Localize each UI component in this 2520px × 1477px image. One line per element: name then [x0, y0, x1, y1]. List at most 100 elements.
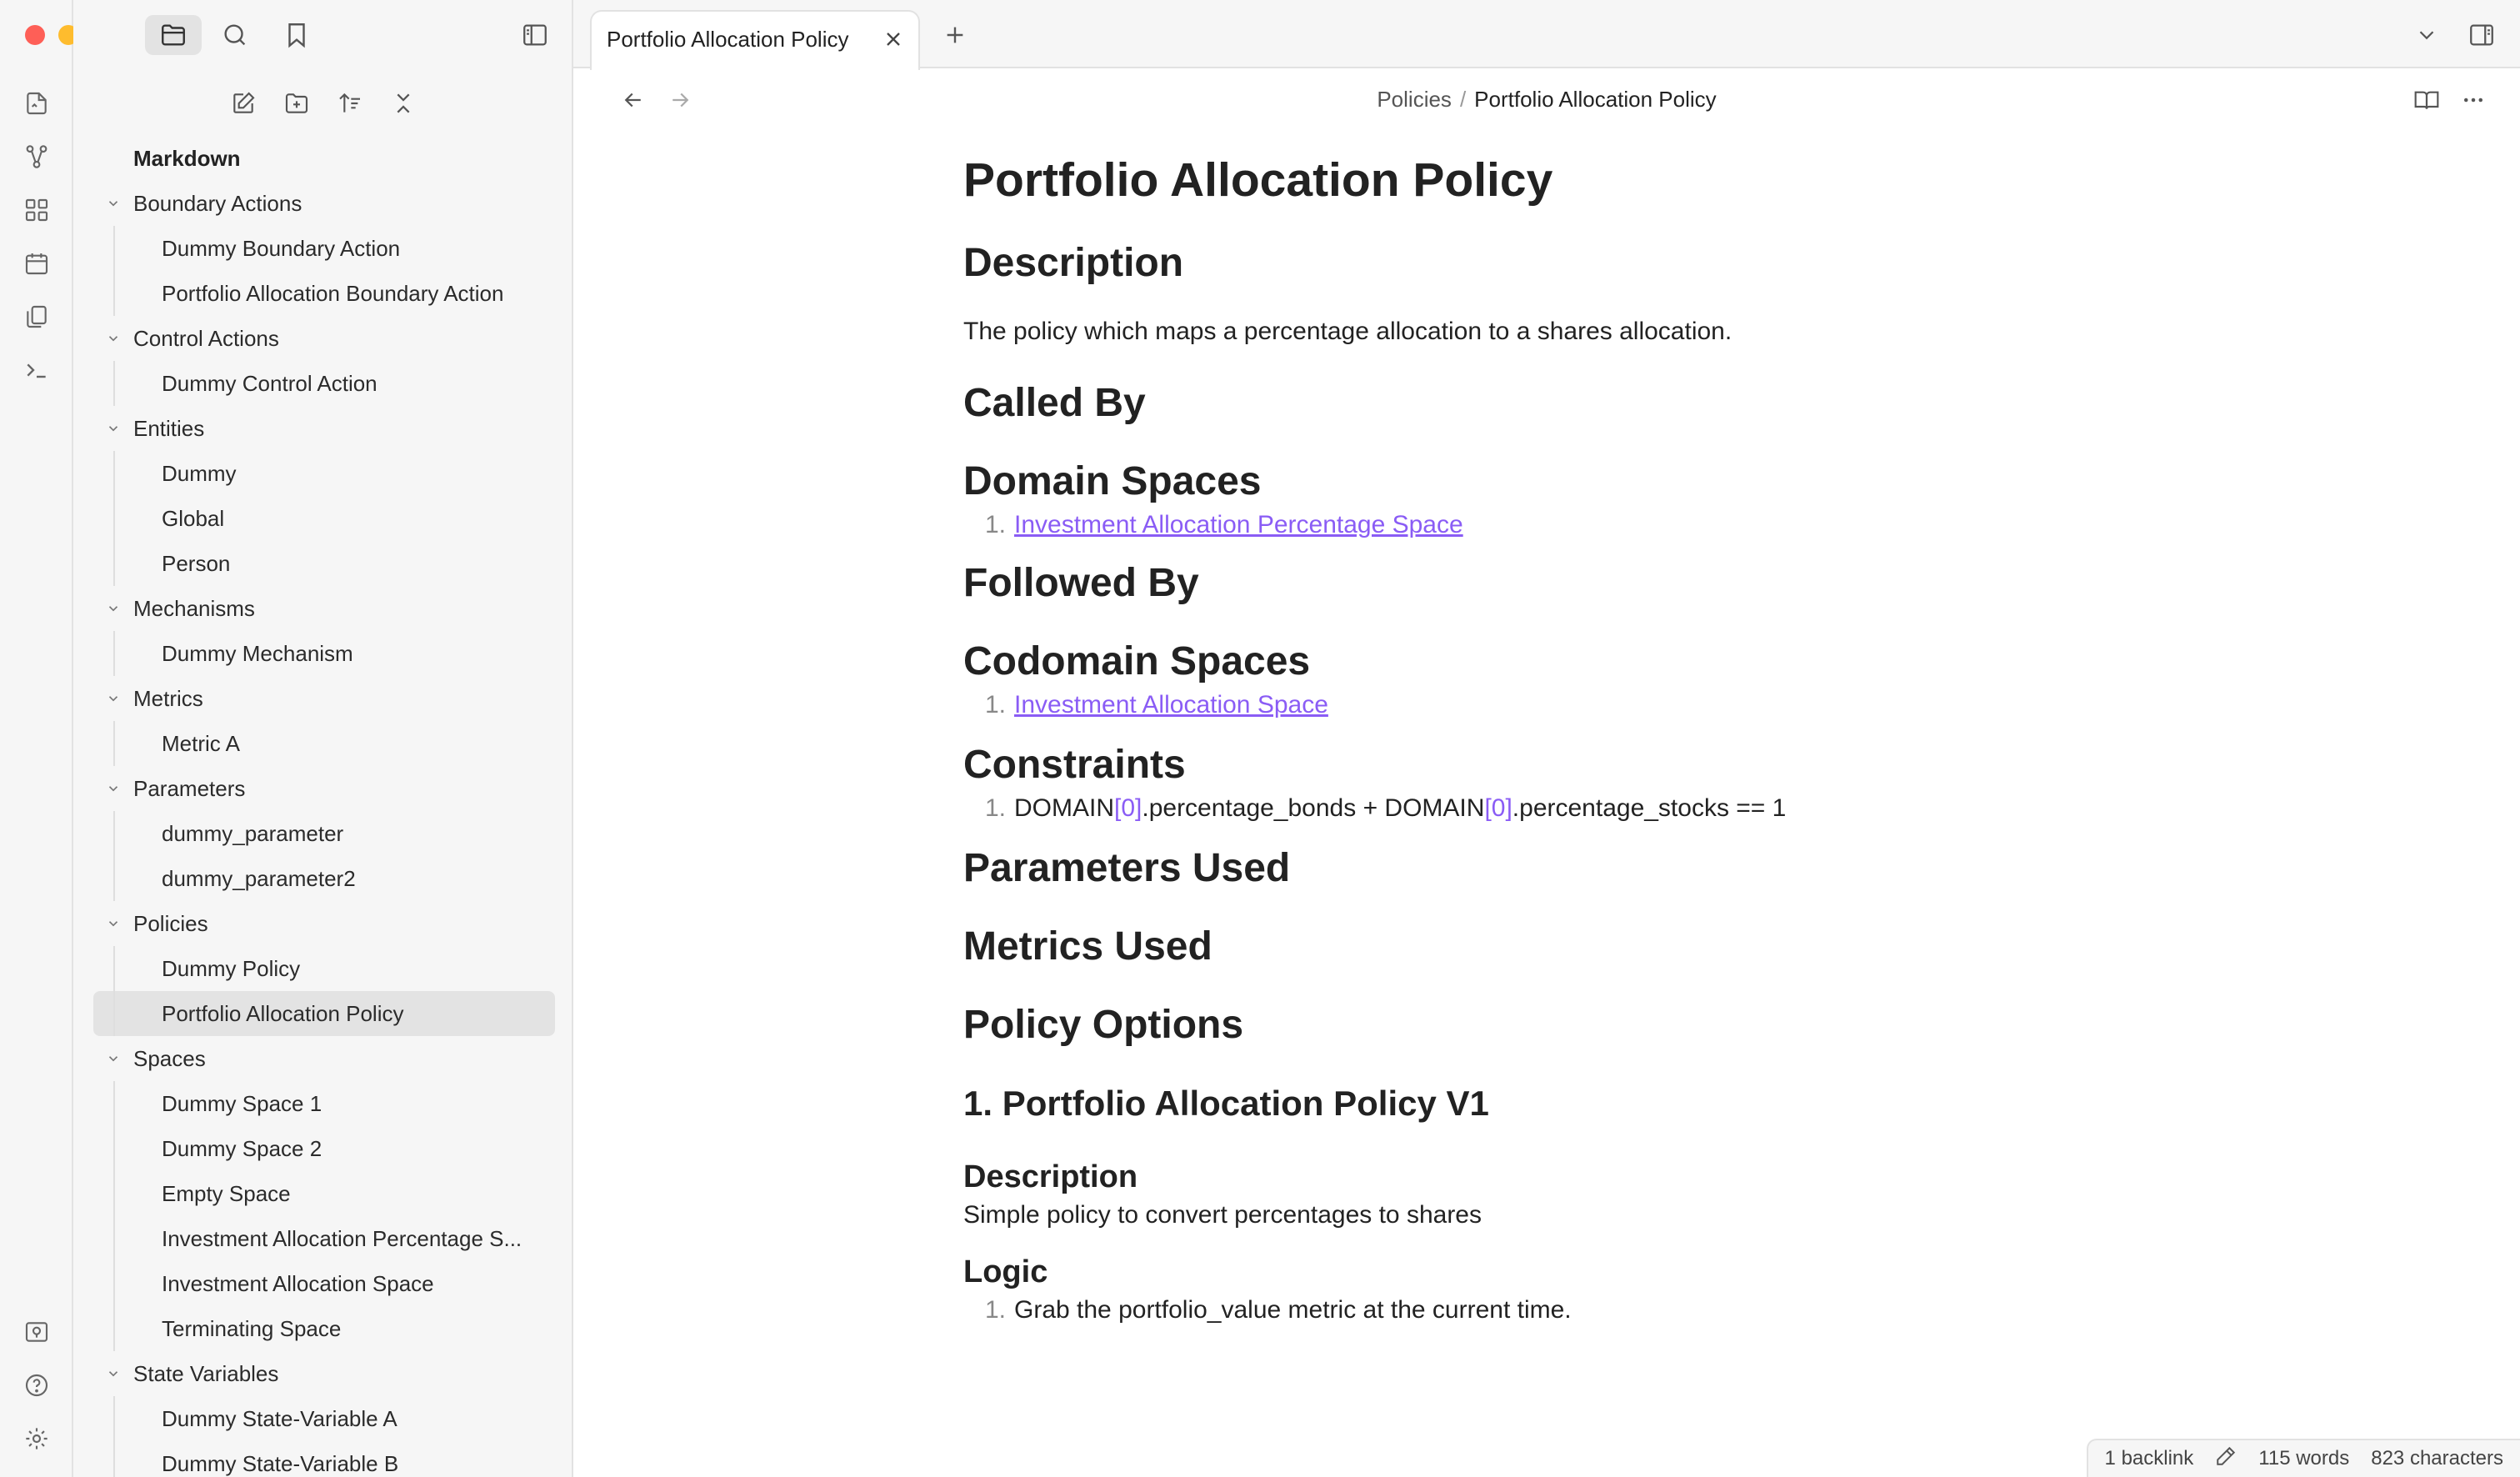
breadcrumb: Policies / Portfolio Allocation Policy	[573, 70, 2520, 128]
tree-folder[interactable]: Control Actions	[73, 316, 572, 361]
reading-view-icon[interactable]	[2408, 82, 2445, 118]
sort-icon[interactable]	[332, 85, 368, 122]
vault-switch-icon[interactable]	[18, 1314, 55, 1350]
tree-folder[interactable]: Boundary Actions	[73, 181, 572, 226]
tree-file[interactable]: Dummy Mechanism	[73, 631, 572, 676]
tree-file[interactable]: Investment Allocation Percentage S...	[73, 1216, 572, 1261]
list-number: 1.	[985, 691, 1007, 718]
toggle-sidebar-icon[interactable]	[507, 15, 563, 55]
tree-folder[interactable]: Policies	[73, 901, 572, 946]
tree-file[interactable]: Investment Allocation Space	[73, 1261, 572, 1306]
templates-icon[interactable]	[18, 298, 55, 335]
tree-file[interactable]: dummy_parameter	[73, 811, 572, 856]
heading-option-description: Description	[963, 1159, 1138, 1194]
tree-folder[interactable]: Mechanisms	[73, 586, 572, 631]
new-folder-icon[interactable]	[278, 85, 315, 122]
tree-file[interactable]: Portfolio Allocation Policy	[93, 991, 555, 1036]
chevron-down-icon[interactable]	[103, 181, 123, 226]
chevron-down-icon[interactable]	[103, 1351, 123, 1396]
tree-file[interactable]: Person	[73, 541, 572, 586]
tree-file[interactable]: Terminating Space	[73, 1306, 572, 1351]
bookmark-icon[interactable]	[268, 15, 325, 55]
new-tab-icon[interactable]	[938, 18, 972, 52]
tree-file[interactable]: Dummy State-Variable A	[73, 1396, 572, 1441]
tree-folder-label: State Variables	[133, 1361, 279, 1386]
option-description-text: Simple policy to convert percentages to …	[963, 1201, 1482, 1229]
chevron-down-icon[interactable]	[103, 766, 123, 811]
search-icon[interactable]	[207, 15, 263, 55]
tree-file[interactable]: Dummy Space 1	[73, 1081, 572, 1126]
list-number: 1.	[985, 511, 1007, 538]
domain-space-link[interactable]: Investment Allocation Percentage Space	[1014, 511, 1463, 538]
tree-file[interactable]: Metric A	[73, 721, 572, 766]
graph-view-icon[interactable]	[18, 138, 55, 175]
heading-called-by: Called By	[963, 381, 1146, 425]
tree-file[interactable]: Dummy State-Variable B	[73, 1441, 572, 1477]
window-close-button[interactable]	[25, 25, 45, 45]
tree-folder-label: Mechanisms	[133, 596, 255, 621]
constraints-list: 1. DOMAIN[0].percentage_bonds + DOMAIN[0]…	[963, 790, 1880, 827]
help-icon[interactable]	[18, 1367, 55, 1404]
heading-description: Description	[963, 241, 1184, 285]
settings-icon[interactable]	[18, 1420, 55, 1457]
codomain-space-link[interactable]: Investment Allocation Space	[1014, 691, 1328, 718]
tree-root-markdown[interactable]: Markdown	[73, 136, 572, 181]
canvas-icon[interactable]	[18, 192, 55, 228]
tab-title: Portfolio Allocation Policy	[607, 27, 849, 52]
list-item: 1. Investment Allocation Space	[963, 687, 1880, 723]
toggle-right-sidebar-icon[interactable]	[2463, 17, 2500, 53]
breadcrumb-current[interactable]: Portfolio Allocation Policy	[1474, 87, 1716, 112]
chevron-down-icon[interactable]	[103, 901, 123, 946]
quick-switch-icon[interactable]	[18, 85, 55, 122]
files-icon[interactable]	[145, 15, 202, 55]
tree-folder-label: Boundary Actions	[133, 191, 302, 216]
constraint-text-e: .percentage_stocks == 1	[1512, 794, 1787, 822]
chevron-down-icon[interactable]	[103, 316, 123, 361]
chevron-down-icon[interactable]	[103, 586, 123, 631]
word-count: 115 words	[2258, 1447, 2350, 1469]
edit-mode-icon[interactable]	[2215, 1445, 2237, 1473]
tab-list-chevron-icon[interactable]	[2408, 17, 2445, 53]
tab-portfolio-allocation-policy[interactable]: Portfolio Allocation Policy	[590, 10, 920, 70]
tree-folder[interactable]: State Variables	[73, 1351, 572, 1396]
tree-folder-label: Parameters	[133, 776, 246, 801]
tree-folder[interactable]: Metrics	[73, 676, 572, 721]
tree-file[interactable]: Dummy Control Action	[73, 361, 572, 406]
tree-file[interactable]: Empty Space	[73, 1171, 572, 1216]
chevron-down-icon[interactable]	[103, 406, 123, 451]
heading-followed-by: Followed By	[963, 561, 1199, 605]
tree-file[interactable]: Portfolio Allocation Boundary Action	[73, 271, 572, 316]
chevron-down-icon[interactable]	[103, 1036, 123, 1081]
list-number: 1.	[985, 1296, 1007, 1324]
tree-file[interactable]: Dummy	[73, 451, 572, 496]
tree-folder[interactable]: Parameters	[73, 766, 572, 811]
tree-file[interactable]: Dummy Boundary Action	[73, 226, 572, 271]
view-header: Policies / Portfolio Allocation Policy	[573, 70, 2520, 128]
left-ribbon	[0, 0, 112, 1477]
tree-folder[interactable]: Spaces	[73, 1036, 572, 1081]
new-note-icon[interactable]	[225, 85, 262, 122]
tree-file[interactable]: Dummy Space 2	[73, 1126, 572, 1171]
tree-folder[interactable]: Entities	[73, 406, 572, 451]
logic-step-text: Grab the portfolio_value metric at the c…	[1014, 1296, 1572, 1324]
tree-folder-label: Entities	[133, 416, 205, 441]
collapse-all-icon[interactable]	[385, 85, 422, 122]
tree-file[interactable]: Dummy Policy	[73, 946, 572, 991]
daily-note-icon[interactable]	[18, 245, 55, 282]
close-tab-icon[interactable]	[880, 26, 907, 53]
heading-option-1: 1. Portfolio Allocation Policy V1	[963, 1084, 1489, 1123]
more-options-icon[interactable]	[2455, 82, 2492, 118]
logic-list: 1. Grab the portfolio_value metric at the…	[963, 1292, 1880, 1329]
command-palette-icon[interactable]	[18, 352, 55, 388]
tree-file[interactable]: Global	[73, 496, 572, 541]
heading-metrics-used: Metrics Used	[963, 924, 1212, 969]
constraint-text-a: DOMAIN	[1014, 794, 1114, 822]
tree-file[interactable]: dummy_parameter2	[73, 856, 572, 901]
heading-parameters-used: Parameters Used	[963, 846, 1291, 890]
chevron-down-icon[interactable]	[103, 676, 123, 721]
tree-folder-label: Policies	[133, 911, 208, 936]
description-text: The policy which maps a percentage alloc…	[963, 318, 1732, 345]
heading-constraints: Constraints	[963, 743, 1186, 787]
backlinks-count[interactable]: 1 backlink	[2105, 1447, 2194, 1470]
breadcrumb-parent[interactable]: Policies	[1377, 87, 1452, 112]
